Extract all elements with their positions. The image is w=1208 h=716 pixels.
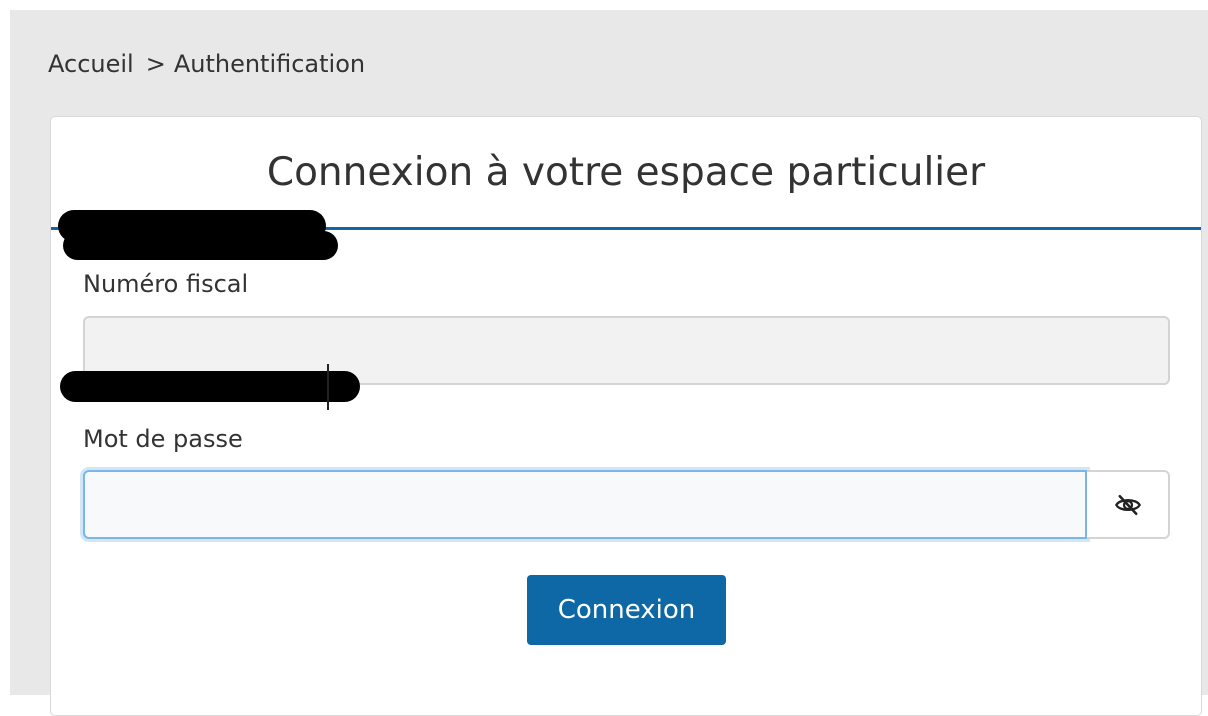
breadcrumb-home-link[interactable]: Accueil: [48, 50, 134, 78]
redaction-mark: [60, 371, 360, 402]
breadcrumb-current: Authentification: [173, 50, 366, 78]
text-cursor: [327, 364, 329, 410]
breadcrumb: Accueil > Authentification: [48, 48, 365, 80]
login-card: Connexion à votre espace particulier Num…: [50, 116, 1202, 716]
redaction-mark: [63, 231, 338, 260]
eye-slash-icon: [1114, 494, 1141, 515]
connexion-button[interactable]: Connexion: [527, 575, 726, 645]
breadcrumb-separator: >: [145, 50, 166, 78]
password-input[interactable]: [83, 470, 1087, 539]
fiscal-number-label: Numéro fiscal: [83, 270, 249, 298]
page-title: Connexion à votre espace particulier: [266, 150, 986, 195]
password-visibility-toggle[interactable]: [1087, 470, 1170, 539]
password-group: [83, 470, 1170, 539]
password-label: Mot de passe: [83, 425, 243, 453]
